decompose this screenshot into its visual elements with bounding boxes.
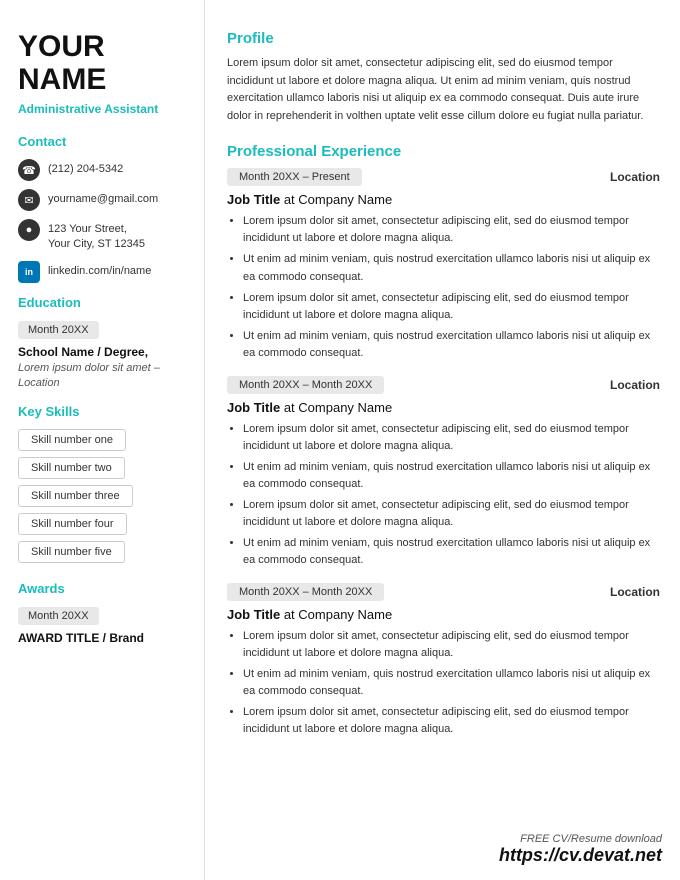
watermark: FREE CV/Resume download https://cv.devat… xyxy=(499,833,662,866)
exp-label: Professional Experience xyxy=(227,143,660,160)
sidebar: YOUR NAME Administrative Assistant Conta… xyxy=(0,0,205,880)
skills-label: Key Skills xyxy=(18,404,189,419)
exp-2-bullets: Lorem ipsum dolor sit amet, consectetur … xyxy=(243,421,660,569)
exp-1-bullet-2: Ut enim ad minim veniam, quis nostrud ex… xyxy=(243,251,660,285)
edu-desc: Lorem ipsum dolor sit amet – Location xyxy=(18,361,189,392)
skill-3: Skill number three xyxy=(18,485,133,507)
email-icon: ✉ xyxy=(18,189,40,211)
exp-3-date: Month 20XX – Month 20XX xyxy=(227,583,384,601)
exp-1-title: Job Title at Company Name xyxy=(227,192,660,207)
exp-2-bullet-2: Ut enim ad minim veniam, quis nostrud ex… xyxy=(243,459,660,493)
resume-container: YOUR NAME Administrative Assistant Conta… xyxy=(0,0,680,880)
exp-2-title: Job Title at Company Name xyxy=(227,400,660,415)
profile-text: Lorem ipsum dolor sit amet, consectetur … xyxy=(227,55,660,125)
main-content: Profile Lorem ipsum dolor sit amet, cons… xyxy=(205,0,680,880)
name-last: NAME xyxy=(18,63,189,96)
watermark-url: https://cv.devat.net xyxy=(499,845,662,866)
exp-3-header: Month 20XX – Month 20XX Location xyxy=(227,583,660,601)
address-icon: ● xyxy=(18,219,40,241)
exp-1-header: Month 20XX – Present Location xyxy=(227,168,660,186)
linkedin-text: linkedin.com/in/name xyxy=(48,261,151,279)
address-item: ● 123 Your Street, Your City, ST 12345 xyxy=(18,219,189,253)
email-item: ✉ yourname@gmail.com xyxy=(18,189,189,211)
watermark-small: FREE CV/Resume download xyxy=(499,833,662,845)
skill-4: Skill number four xyxy=(18,513,127,535)
exp-3-bullet-2: Ut enim ad minim veniam, quis nostrud ex… xyxy=(243,666,660,700)
exp-1-bullets: Lorem ipsum dolor sit amet, consectetur … xyxy=(243,213,660,361)
profile-label: Profile xyxy=(227,30,660,47)
exp-2-date: Month 20XX – Month 20XX xyxy=(227,376,384,394)
contact-label: Contact xyxy=(18,134,189,149)
exp-2-bullet-4: Ut enim ad minim veniam, quis nostrud ex… xyxy=(243,535,660,569)
name-first: YOUR xyxy=(18,30,189,63)
exp-1-bullet-3: Lorem ipsum dolor sit amet, consectetur … xyxy=(243,290,660,324)
job-title: Administrative Assistant xyxy=(18,102,189,116)
exp-2-location: Location xyxy=(610,378,660,392)
address-text: 123 Your Street, Your City, ST 12345 xyxy=(48,219,145,253)
exp-2-bullet-3: Lorem ipsum dolor sit amet, consectetur … xyxy=(243,497,660,531)
linkedin-item: in linkedin.com/in/name xyxy=(18,261,189,283)
skill-1: Skill number one xyxy=(18,429,126,451)
exp-1-location: Location xyxy=(610,170,660,184)
exp-3-bullet-3: Lorem ipsum dolor sit amet, consectetur … xyxy=(243,704,660,738)
exp-2-header: Month 20XX – Month 20XX Location xyxy=(227,376,660,394)
exp-3-bullets: Lorem ipsum dolor sit amet, consectetur … xyxy=(243,628,660,738)
exp-2-bullet-1: Lorem ipsum dolor sit amet, consectetur … xyxy=(243,421,660,455)
skill-5: Skill number five xyxy=(18,541,125,563)
edu-school: School Name / Degree, xyxy=(18,345,189,359)
education-label: Education xyxy=(18,295,189,310)
award-date-badge: Month 20XX xyxy=(18,607,99,625)
exp-1-bullet-4: Ut enim ad minim veniam, quis nostrud ex… xyxy=(243,328,660,362)
exp-1-bullet-1: Lorem ipsum dolor sit amet, consectetur … xyxy=(243,213,660,247)
exp-3-bullet-1: Lorem ipsum dolor sit amet, consectetur … xyxy=(243,628,660,662)
awards-label: Awards xyxy=(18,581,189,596)
phone-icon: ☎ xyxy=(18,159,40,181)
phone-text: (212) 204-5342 xyxy=(48,159,123,177)
award-title: AWARD TITLE / Brand xyxy=(18,631,189,645)
linkedin-icon: in xyxy=(18,261,40,283)
email-text: yourname@gmail.com xyxy=(48,189,158,207)
exp-3-title: Job Title at Company Name xyxy=(227,607,660,622)
exp-3-location: Location xyxy=(610,585,660,599)
skill-2: Skill number two xyxy=(18,457,125,479)
exp-1-date: Month 20XX – Present xyxy=(227,168,362,186)
edu-date-badge: Month 20XX xyxy=(18,321,99,339)
phone-item: ☎ (212) 204-5342 xyxy=(18,159,189,181)
skills-section: Skill number one Skill number two Skill … xyxy=(18,429,189,569)
